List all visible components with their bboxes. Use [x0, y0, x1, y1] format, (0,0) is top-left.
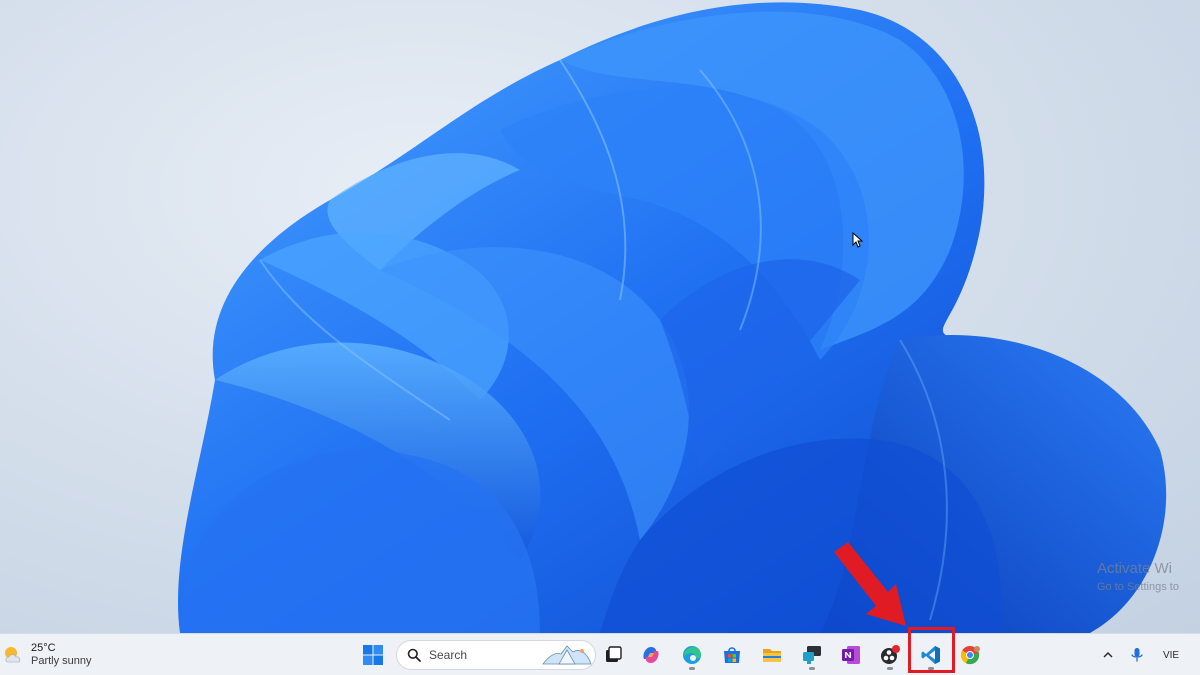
store-button[interactable] [716, 639, 748, 671]
weather-condition: Partly sunny [31, 655, 92, 667]
vscode-icon [921, 646, 940, 664]
taskbar: 25°C Partly sunny Search VIE [0, 633, 1200, 675]
chrome-icon [960, 646, 980, 665]
vscode-button[interactable] [915, 639, 947, 671]
running-indicator [689, 667, 695, 670]
store-icon [724, 647, 740, 663]
chrome-button[interactable] [954, 639, 986, 671]
start-button[interactable] [357, 639, 389, 671]
windows-start-icon [363, 645, 383, 665]
partly-sunny-icon [5, 647, 21, 663]
remote-desktop-button[interactable] [796, 639, 828, 671]
remote-desktop-icon [803, 646, 821, 664]
mouse-cursor-icon [852, 232, 864, 248]
search-placeholder: Search [429, 648, 468, 662]
weather-temperature: 25°C [31, 642, 56, 654]
edge-button[interactable] [676, 639, 708, 671]
running-indicator [887, 667, 893, 670]
task-view-button[interactable] [597, 639, 629, 671]
desktop: Activate Wi Go to Settings to [0, 0, 1200, 633]
edge-icon [683, 646, 701, 664]
activate-windows-watermark: Activate Wi Go to Settings to [1097, 559, 1200, 594]
weather-widget[interactable]: 25°C Partly sunny [2, 640, 92, 670]
copilot-button[interactable] [635, 639, 667, 671]
obs-button[interactable] [874, 639, 906, 671]
file-explorer-button[interactable] [756, 639, 788, 671]
onenote-button[interactable] [835, 639, 867, 671]
task-view-icon [606, 646, 622, 662]
copilot-icon [643, 647, 659, 663]
show-hidden-icons-button[interactable] [1100, 644, 1116, 666]
obs-icon [881, 645, 900, 664]
microphone-button[interactable] [1129, 644, 1145, 666]
running-indicator [928, 667, 934, 670]
search-icon [407, 648, 421, 662]
running-indicator [809, 667, 815, 670]
wallpaper-bloom [178, 2, 1167, 633]
watermark-title: Activate Wi [1097, 560, 1173, 577]
red-arrow-annotation [834, 542, 906, 626]
search-highlight-illustration-icon [542, 645, 592, 665]
onenote-icon [842, 646, 860, 664]
chevron-up-icon [1103, 651, 1113, 658]
taskbar-search-box[interactable]: Search [396, 640, 596, 670]
microphone-icon [1131, 648, 1143, 662]
input-language-indicator[interactable]: VIE [1158, 644, 1184, 666]
folder-icon [763, 649, 781, 662]
watermark-subtitle: Go to Settings to [1097, 581, 1179, 593]
